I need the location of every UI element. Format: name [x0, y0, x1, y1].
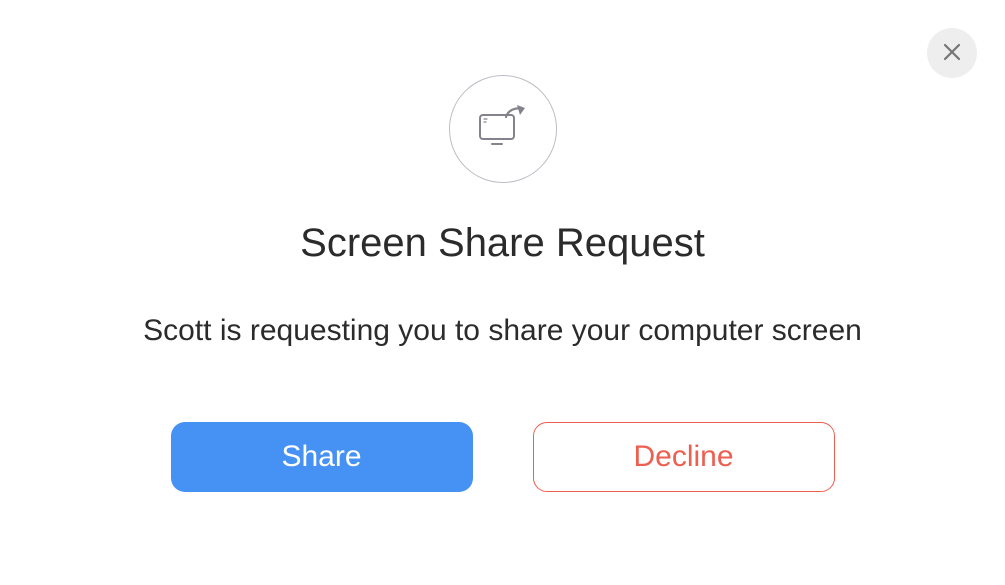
button-row: Share Decline — [171, 422, 835, 492]
screen-share-icon-circle — [449, 75, 557, 183]
dialog-title: Screen Share Request — [300, 221, 705, 266]
dialog-message: Scott is requesting you to share your co… — [143, 314, 862, 348]
close-icon — [942, 42, 962, 65]
close-button[interactable] — [927, 28, 977, 78]
dialog-content: Screen Share Request Scott is requesting… — [0, 0, 1005, 492]
screen-share-icon — [476, 103, 530, 156]
share-button[interactable]: Share — [171, 422, 473, 492]
decline-button[interactable]: Decline — [533, 422, 835, 492]
